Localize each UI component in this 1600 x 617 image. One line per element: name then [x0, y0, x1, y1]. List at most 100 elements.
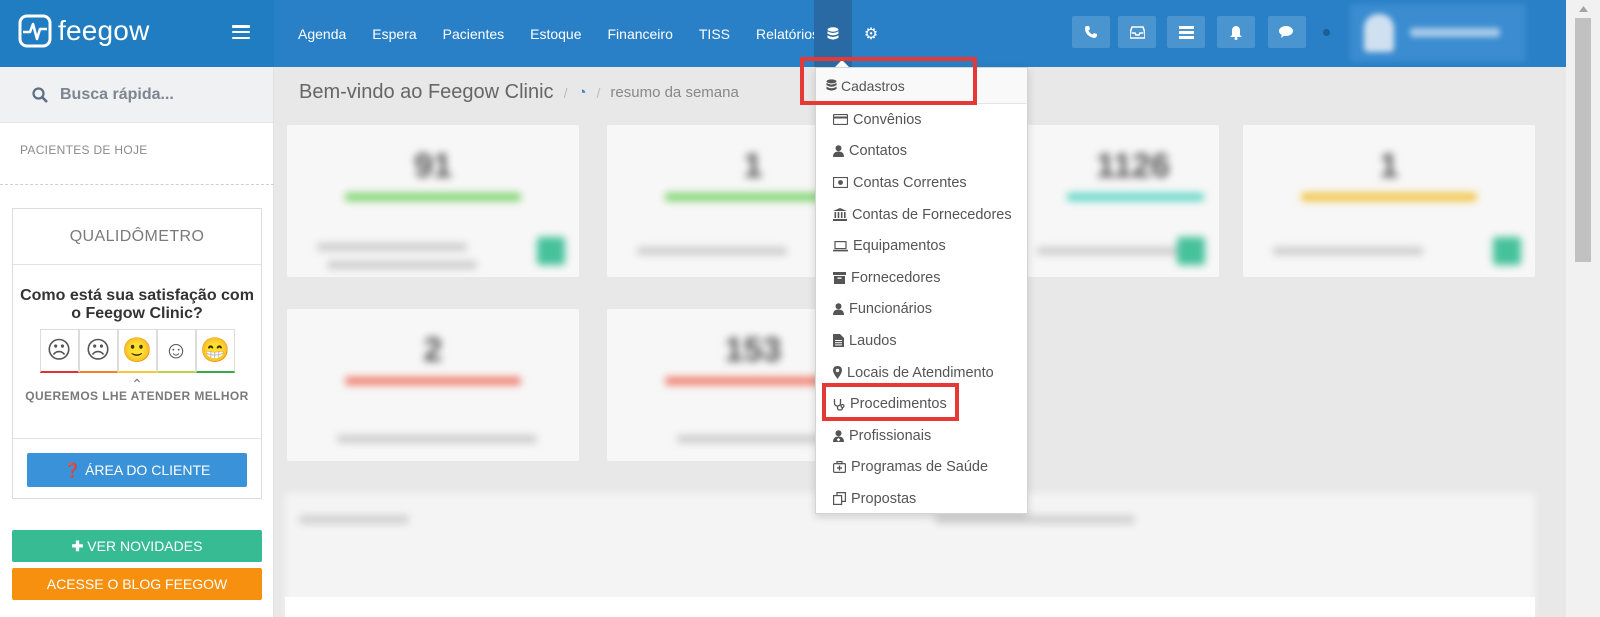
- stat-value: 1: [1379, 147, 1399, 185]
- tasks-icon: [1178, 25, 1194, 39]
- news-label: VER NOVIDADES: [87, 538, 203, 554]
- plus-icon: ✚: [71, 537, 84, 554]
- user-menu[interactable]: [1350, 4, 1526, 62]
- nav-pacientes[interactable]: Pacientes: [443, 26, 504, 42]
- inbox-icon: [1129, 25, 1145, 39]
- nav-financeiro[interactable]: Financeiro: [608, 26, 673, 42]
- quick-search[interactable]: Busca rápida...: [0, 67, 273, 123]
- menu-item-equipamentos[interactable]: Equipamentos: [816, 230, 1027, 262]
- client-area-button[interactable]: ❓ ÁREA DO CLIENTE: [27, 453, 247, 487]
- menu-item-contatos[interactable]: Contatos: [816, 136, 1027, 168]
- menu-item-fornecedores[interactable]: Fornecedores: [816, 262, 1027, 294]
- menu-item-label: Equipamentos: [853, 238, 946, 255]
- qualidometro-box: QUALIDÔMETRO Como está sua satisfação co…: [12, 208, 262, 499]
- brand-area: feegow: [0, 0, 274, 67]
- menu-item-label: Programas de Saúde: [851, 459, 989, 476]
- stat-footer: [317, 243, 467, 251]
- database-icon: [827, 26, 839, 40]
- stat-footer: [677, 435, 827, 443]
- gear-icon: ⚙: [863, 25, 879, 43]
- scrollbar-thumb[interactable]: [1575, 18, 1591, 262]
- main-nav: Agenda Espera Pacientes Estoque Financei…: [298, 0, 845, 67]
- highlight-cadastros: [800, 57, 977, 105]
- phone-button[interactable]: [1072, 16, 1110, 48]
- chat-button[interactable]: [1268, 16, 1306, 48]
- menu-item-contas-fornecedores[interactable]: Contas de Fornecedores: [816, 199, 1027, 231]
- stat-footer: [1037, 247, 1187, 255]
- feegow-logo[interactable]: feegow: [18, 14, 150, 48]
- avatar: [1364, 14, 1394, 52]
- breadcrumb: Bem-vindo ao Feegow Clinic / ◔ / resumo …: [299, 81, 739, 104]
- menu-item-contas-correntes[interactable]: Contas Correntes: [816, 167, 1027, 199]
- stat-value: 91: [414, 147, 452, 185]
- menu-item-label: Fornecedores: [851, 269, 941, 286]
- nav-tiss[interactable]: TISS: [699, 26, 730, 42]
- search-label: Busca rápida...: [60, 85, 174, 103]
- nav-agenda[interactable]: Agenda: [298, 26, 346, 42]
- happy-face-icon[interactable]: ☺: [156, 329, 196, 373]
- sidebar: Busca rápida... PACIENTES DE HOJE QUALID…: [0, 67, 274, 617]
- page-scrollbar[interactable]: [1566, 0, 1600, 617]
- neutral-face-icon[interactable]: 🙂: [117, 329, 157, 373]
- stat-action-button[interactable]: [537, 237, 565, 265]
- unhappy-face-icon[interactable]: ☹: [78, 329, 118, 373]
- menu-item-profissionais[interactable]: Profissionais: [816, 420, 1027, 452]
- inbox-button[interactable]: [1118, 16, 1156, 48]
- panel-footer: [285, 597, 1535, 617]
- archive-icon: [833, 271, 846, 284]
- menu-item-label: Contas Correntes: [853, 174, 967, 191]
- medkit-icon: [833, 461, 846, 474]
- menu-item-propostas[interactable]: Propostas: [816, 483, 1027, 515]
- scroll-up-icon[interactable]: [1566, 0, 1600, 17]
- breadcrumb-section: resumo da semana: [610, 84, 739, 101]
- menu-item-label: Contatos: [849, 143, 908, 160]
- menu-item-label: Locais de Atendimento: [847, 364, 994, 381]
- user-icon: [833, 145, 844, 158]
- user-md-icon: [833, 429, 844, 442]
- credit-card-icon: [833, 114, 848, 126]
- user-icon: [833, 303, 844, 316]
- menu-item-label: Contas de Fornecedores: [852, 206, 1012, 223]
- bell-icon: [1230, 25, 1242, 40]
- satisfaction-question: Como está sua satisfação com o Feegow Cl…: [20, 287, 254, 322]
- news-button[interactable]: ✚ VER NOVIDADES: [12, 530, 262, 562]
- notifications-button[interactable]: [1217, 16, 1255, 48]
- stat-label: [1301, 193, 1477, 201]
- very-unhappy-face-icon[interactable]: ☹: [39, 329, 79, 373]
- menu-toggle-icon[interactable]: [232, 25, 250, 40]
- menu-item-label: Funcionários: [849, 301, 933, 318]
- patients-today-title: PACIENTES DE HOJE: [20, 143, 148, 157]
- stat-action-button[interactable]: [1177, 237, 1205, 265]
- nav-espera[interactable]: Espera: [372, 26, 416, 42]
- menu-item-convenios[interactable]: Convênios: [816, 104, 1027, 136]
- stat-footer: [1273, 247, 1423, 255]
- money-icon: [833, 177, 848, 189]
- stat-label: [1067, 193, 1205, 201]
- very-happy-face-icon[interactable]: 😁: [195, 329, 235, 373]
- divider: [0, 184, 274, 185]
- highlight-procedimentos: [822, 383, 959, 421]
- chevron-up-icon: ⌃: [131, 376, 143, 392]
- panel-title: [299, 515, 409, 524]
- status-dot: [1323, 29, 1330, 36]
- menu-item-laudos[interactable]: Laudos: [816, 325, 1027, 357]
- menu-item-funcionarios[interactable]: Funcionários: [816, 294, 1027, 326]
- client-area-label: ÁREA DO CLIENTE: [85, 462, 211, 478]
- stat-value: 1126: [1096, 147, 1170, 185]
- user-name-blurred: [1410, 28, 1500, 37]
- nav-estoque[interactable]: Estoque: [530, 26, 581, 42]
- stat-footer: [637, 247, 787, 255]
- nav-relatorios[interactable]: Relatórios: [756, 26, 819, 42]
- blog-button[interactable]: ACESSE O BLOG FEEGOW: [12, 568, 262, 600]
- menu-item-label: Laudos: [849, 332, 897, 349]
- stat-action-button[interactable]: [1493, 237, 1521, 265]
- heartbeat-logo-icon: [18, 14, 52, 48]
- menu-item-programas-saude[interactable]: Programas de Saúde: [816, 452, 1027, 484]
- divider: [13, 438, 261, 439]
- stat-footer: [327, 261, 477, 269]
- stat-card: 2: [287, 309, 579, 461]
- dashboard-icon: ◔: [577, 84, 587, 101]
- qualidometro-subtitle: QUEREMOS LHE ATENDER MELHOR: [25, 389, 249, 403]
- menu-item-label: Convênios: [853, 111, 922, 128]
- tasks-button[interactable]: [1167, 16, 1205, 48]
